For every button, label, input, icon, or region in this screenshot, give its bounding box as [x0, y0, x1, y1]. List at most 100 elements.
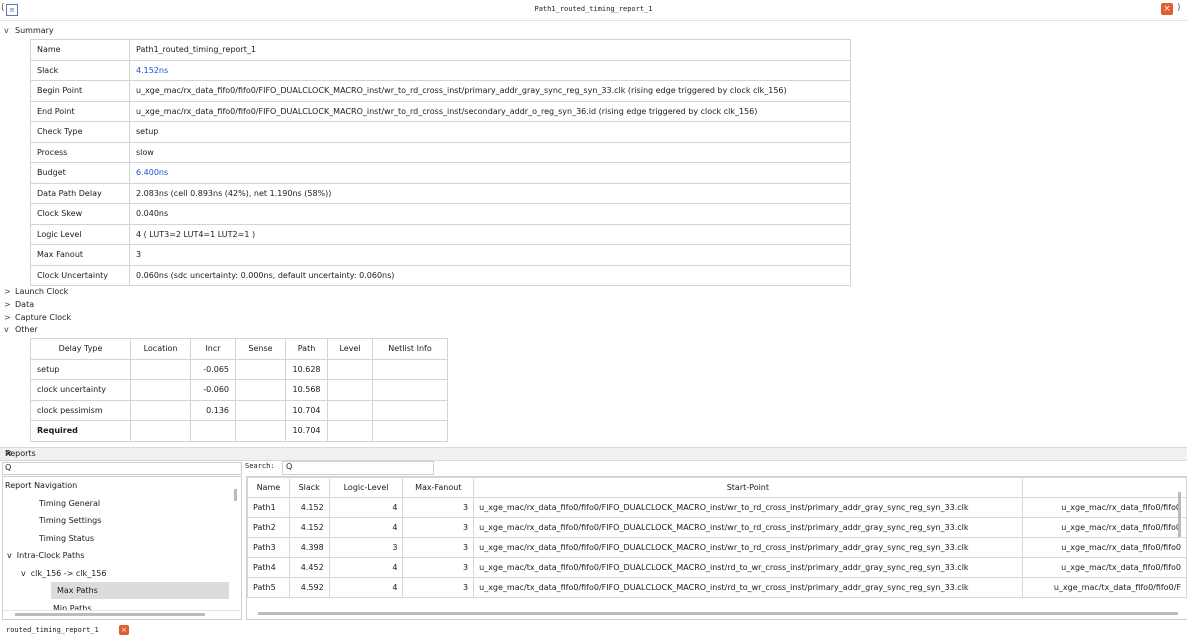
summary-key: Clock Skew: [30, 203, 130, 225]
summary-row: Max Fanout 3: [30, 244, 851, 266]
paths-horizontal-scrollbar[interactable]: [258, 612, 1178, 615]
paths-cell: u_xge_mac/rx_data_fifo0/fifo0: [1021, 537, 1187, 558]
close-icon[interactable]: ×: [119, 625, 129, 635]
table-row[interactable]: Path2 4.152 4 3 u_xge_mac/rx_data_fifo0/fifo…: [247, 517, 1187, 538]
delay-col-header: Location: [130, 338, 191, 360]
summary-key: Max Fanout: [30, 244, 130, 266]
delay-cell: 10.628: [285, 358, 328, 380]
paths-cell: 4: [328, 557, 404, 578]
summary-value: 4.152ns: [129, 59, 851, 81]
paths-cell: u_xge_mac/rx_data_fifo0/fifo0/FIFO_DUALC…: [473, 517, 1023, 538]
table-row[interactable]: Path3 4.398 3 3 u_xge_mac/rx_data_fifo0/fifo…: [247, 537, 1187, 558]
search-icon: Q: [5, 463, 12, 472]
section-capture-clock[interactable]: > Capture Clock: [4, 312, 71, 324]
search-icon: Q: [286, 462, 293, 471]
summary-value: setup: [129, 121, 851, 143]
summary-value: Path1_routed_timing_report_1: [129, 39, 851, 61]
delay-cell: [235, 379, 286, 401]
summary-row: Logic Level 4 ( LUT3=2 LUT4=1 LUT2=1 ): [30, 223, 851, 245]
summary-value: 0.060ns (sdc uncertainty: 0.000ns, defau…: [129, 264, 851, 286]
summary-key: Clock Uncertainty: [30, 264, 130, 286]
paths-cell: 4.152: [288, 517, 330, 538]
paths-cell: 3: [402, 577, 475, 598]
section-other[interactable]: v Other: [4, 324, 38, 336]
paths-col-header[interactable]: Slack: [288, 477, 330, 498]
paths-vertical-scrollbar[interactable]: [1178, 492, 1181, 537]
summary-row: Clock Skew 0.040ns: [30, 203, 851, 225]
chevron-right-icon: >: [4, 313, 11, 322]
delay-cell: clock uncertainty: [30, 379, 131, 401]
paths-cell: 3: [402, 557, 475, 578]
summary-row: Begin Point u_xge_mac/rx_data_fifo0/fifo0…: [30, 80, 851, 102]
nav-item-label: Timing General: [39, 498, 101, 508]
nav-item[interactable]: Report Navigation: [3, 477, 77, 494]
delay-col-header: Netlist Info: [372, 338, 448, 360]
title-bar: ( ≡ Path1_routed_timing_report_1 × ): [0, 0, 1187, 21]
nav-item[interactable]: v Intra-Clock Paths: [3, 547, 84, 564]
table-row[interactable]: Path4 4.452 4 3 u_xge_mac/tx_data_fifo0/fifo…: [247, 557, 1187, 578]
summary-value: u_xge_mac/rx_data_fifo0/fifo0/FIFO_DUALC…: [129, 80, 851, 102]
paths-cell: 3: [402, 497, 475, 518]
close-icon[interactable]: ×: [5, 449, 1182, 459]
paths-col-header[interactable]: Name: [247, 477, 290, 498]
paths-cell: u_xge_mac/tx_data_fifo0/fifo0: [1021, 557, 1187, 578]
summary-row: Budget 6.400ns: [30, 162, 851, 184]
delay-row: Required 10.704: [30, 420, 448, 442]
chevron-right-icon: >: [4, 300, 11, 309]
summary-key: Slack: [30, 59, 130, 81]
nav-item[interactable]: Timing General: [3, 495, 100, 512]
paths-cell: 4.452: [288, 557, 330, 578]
nav-item[interactable]: v clk_156 -> clk_156: [3, 565, 106, 582]
delay-cell: 10.568: [285, 379, 328, 401]
summary-row: Process slow: [30, 141, 851, 163]
summary-row: Clock Uncertainty 0.060ns (sdc uncertaint…: [30, 264, 851, 286]
table-row[interactable]: Path1 4.152 4 3 u_xge_mac/rx_data_fifo0/fifo…: [247, 497, 1187, 518]
paths-cell: Path3: [247, 537, 290, 558]
delay-cell: clock pessimism: [30, 399, 131, 421]
delay-cell: [372, 379, 448, 401]
summary-table: Name Path1_routed_timing_report_1 Slack 4.1…: [30, 39, 851, 286]
section-data[interactable]: > Data: [4, 299, 34, 311]
delay-cell: 0.136: [190, 399, 236, 421]
section-summary[interactable]: v Summary: [4, 25, 54, 37]
delay-col-header: Sense: [235, 338, 286, 360]
paths-cell: u_xge_mac/tx_data_fifo0/fifo0/FIFO_DUALC…: [473, 557, 1023, 578]
paths-search-input[interactable]: Q: [282, 461, 434, 475]
nav-search-input[interactable]: Q: [2, 462, 242, 475]
chevron-right-icon: >: [4, 287, 11, 296]
nav-item-label: Timing Status: [39, 533, 95, 543]
nav-scrollbar[interactable]: [234, 489, 237, 501]
summary-row: Slack 4.152ns: [30, 59, 851, 81]
delay-cell: [190, 420, 236, 442]
paths-cell: u_xge_mac/rx_data_fifo0/fifo0/FIFO_DUALC…: [473, 537, 1023, 558]
nav-horizontal-scrollbar[interactable]: [3, 610, 241, 619]
summary-value: 4 ( LUT3=2 LUT4=1 LUT2=1 ): [129, 223, 851, 245]
paths-cell: Path4: [247, 557, 290, 578]
nav-item-label: Max Paths: [57, 586, 98, 595]
paths-col-header[interactable]: Start-Point: [473, 477, 1023, 498]
summary-key: Budget: [30, 162, 130, 184]
paths-col-header[interactable]: Logic-Level: [328, 477, 404, 498]
delay-cell: Required: [30, 420, 131, 442]
table-row[interactable]: Path5 4.592 4 3 u_xge_mac/tx_data_fifo0/fifo…: [247, 577, 1187, 598]
nav-item[interactable]: Timing Status: [3, 530, 94, 547]
delay-cell: -0.060: [190, 379, 236, 401]
summary-key: Data Path Delay: [30, 182, 130, 204]
nav-item[interactable]: Max Paths: [51, 582, 229, 599]
section-launch-clock[interactable]: > Launch Clock: [4, 286, 68, 298]
close-icon[interactable]: ×: [1161, 3, 1173, 15]
summary-row: Name Path1_routed_timing_report_1: [30, 39, 851, 61]
nav-item-label: Timing Settings: [39, 516, 102, 525]
paths-cell: u_xge_mac/rx_data_fifo0/fifo0: [1021, 497, 1187, 518]
paths-col-header[interactable]: Max-Fanout: [402, 477, 475, 498]
summary-key: Name: [30, 39, 130, 61]
chevron-down-icon: v: [7, 551, 12, 560]
delay-cell: [130, 379, 191, 401]
delay-cell: [130, 420, 191, 442]
delay-cell: [235, 420, 286, 442]
reports-panel-header: Reports ×: [0, 447, 1187, 461]
paths-col-header[interactable]: [1021, 477, 1187, 498]
delay-row: clock uncertainty -0.060 10.568: [30, 379, 448, 401]
delay-col-header: Delay Type: [30, 338, 131, 360]
nav-item[interactable]: Timing Settings: [3, 512, 101, 529]
